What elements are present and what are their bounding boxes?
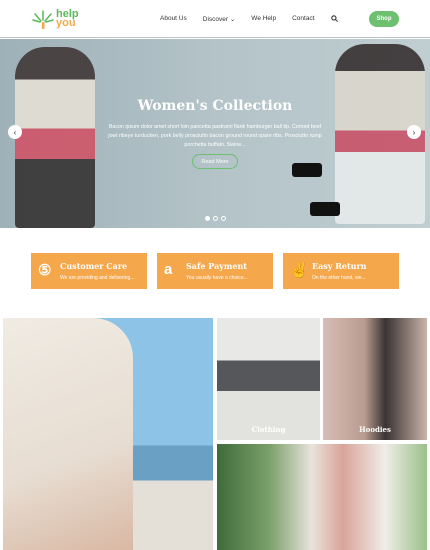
hero-title: Women's Collection: [137, 98, 293, 114]
main-nav: About Us Discover ⌄ We Help Contact: [160, 15, 338, 24]
feature-text: On the other hand, we...: [312, 275, 366, 281]
clothing-label: Clothing: [251, 425, 286, 434]
boot-image: [310, 202, 340, 216]
hoodies-label: Hoodies: [359, 425, 391, 434]
feature-safe-payment[interactable]: a Safe Payment You usually have a choice…: [157, 253, 273, 289]
hero-text: Bacon ipsum dolor amet short loin pancet…: [108, 124, 322, 148]
nav-we-help[interactable]: We Help: [251, 15, 276, 24]
gallery-shopping-image[interactable]: [217, 444, 427, 550]
logo-text-you: you: [56, 17, 76, 29]
slide-dot-3[interactable]: [221, 216, 226, 221]
feature-title: Safe Payment: [186, 261, 247, 271]
feature-customer-care[interactable]: ⑤ Customer Care We are providing and del…: [31, 253, 147, 289]
nav-contact[interactable]: Contact: [292, 15, 314, 24]
peace-hand-icon: ✌: [290, 262, 309, 279]
logo[interactable]: help you: [32, 8, 79, 30]
prev-slide-button[interactable]: ‹: [8, 125, 22, 139]
shop-button[interactable]: Shop: [369, 11, 399, 27]
gallery-hoodies-tile[interactable]: Hoodies: [323, 318, 427, 440]
feature-easy-return[interactable]: ✌ Easy Return On the other hand, we...: [283, 253, 399, 289]
feature-text: You usually have a choice...: [186, 275, 248, 281]
amazon-icon: a: [164, 261, 173, 278]
slide-dot-1[interactable]: [205, 216, 210, 221]
feature-title: Easy Return: [312, 261, 367, 271]
read-more-button[interactable]: Read More: [192, 154, 238, 169]
gallery-dress-image[interactable]: [3, 318, 213, 550]
nav-about-us[interactable]: About Us: [160, 15, 187, 24]
slide-dot-2[interactable]: [213, 216, 218, 221]
slide-dots: [205, 216, 226, 221]
tree-logo-icon: [32, 8, 54, 30]
feature-title: Customer Care: [60, 261, 128, 271]
next-slide-button[interactable]: ›: [407, 125, 421, 139]
hero-model-left-image: [15, 47, 95, 228]
feature-text: We are providing and delivering...: [60, 275, 135, 281]
header: help you About Us Discover ⌄ We Help Cont…: [0, 0, 430, 38]
boot-image: [292, 163, 322, 177]
nav-discover[interactable]: Discover ⌄: [203, 15, 236, 24]
gallery-clothing-tile[interactable]: Clothing: [217, 318, 320, 440]
support-icon: ⑤: [38, 262, 52, 279]
search-icon[interactable]: [330, 15, 338, 24]
